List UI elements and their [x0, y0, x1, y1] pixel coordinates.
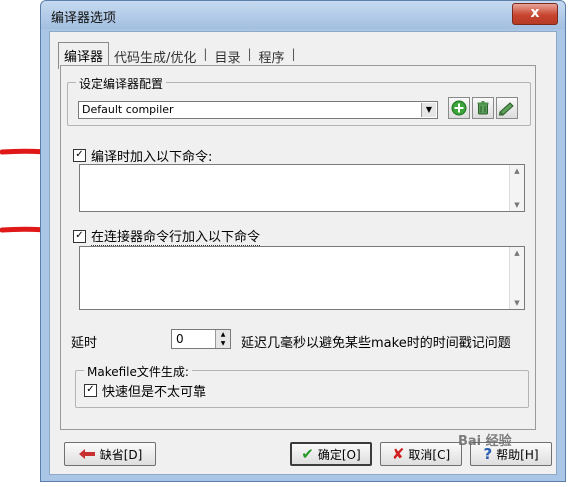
tab-separator: | — [291, 47, 296, 61]
tab-directories[interactable]: 目录 — [209, 44, 245, 66]
linker-cmd-textarea[interactable]: ▲ ▼ — [79, 246, 525, 310]
arrow-left-icon — [78, 449, 95, 459]
delay-description: 延迟几毫秒以避免某些make时的时间戳记问题 — [241, 336, 511, 351]
delete-config-button[interactable] — [472, 97, 494, 119]
close-icon: x — [530, 5, 540, 21]
cancel-button[interactable]: ✘ 取消[C] — [380, 442, 462, 466]
close-button[interactable]: x — [512, 3, 558, 25]
cancel-button-label: 取消[C] — [408, 447, 451, 462]
baidu-watermark: Bai 经验 — [458, 434, 512, 449]
compile-cmd-checkbox-row[interactable]: ✓ 编译时加入以下命令: — [73, 146, 212, 165]
delay-spinner-buttons[interactable]: ▲ ▼ — [215, 330, 230, 348]
linker-cmd-checkbox[interactable]: ✓ — [73, 229, 86, 243]
dialog-client-area: 编译器 代码生成/优化 | 目录 | 程序 | 设定编译器配置 Default … — [49, 31, 557, 475]
makefile-group: Makefile文件生成: ✓ 快速但是不太可靠 — [75, 363, 529, 408]
rename-icon — [498, 102, 514, 116]
ok-button-label: 确定[O] — [317, 447, 361, 462]
makefile-option-checkbox[interactable]: ✓ — [84, 384, 97, 397]
delay-value: 0 — [176, 332, 184, 346]
delay-label: 延时 — [71, 336, 98, 351]
spin-down-icon[interactable]: ▼ — [216, 339, 230, 348]
scroll-up-icon[interactable]: ▲ — [510, 165, 524, 177]
default-button[interactable]: 缺省[D] — [64, 442, 156, 466]
linker-cmd-checkbox-row[interactable]: ✓ 在连接器命令行加入以下命令 — [73, 226, 261, 246]
compile-cmd-label: 编译时加入以下命令: — [91, 150, 213, 165]
linker-cmd-label: 在连接器命令行加入以下命令 — [91, 226, 261, 246]
spin-up-icon[interactable]: ▲ — [216, 330, 230, 339]
title-bar[interactable]: 编译器选项 x — [41, 1, 565, 29]
tab-codegen-optimize[interactable]: 代码生成/优化 — [109, 44, 201, 66]
compiler-config-value: Default compiler — [82, 103, 174, 116]
delay-spinner[interactable]: 0 ▲ ▼ — [171, 329, 231, 349]
check-icon: ✔ — [301, 445, 314, 463]
scroll-down-icon[interactable]: ▼ — [510, 297, 524, 309]
compiler-config-group: 设定编译器配置 Default compiler ▼ — [67, 75, 531, 126]
window-title: 编译器选项 — [51, 11, 117, 26]
compiler-config-select[interactable]: Default compiler ▼ — [78, 101, 438, 119]
compiler-options-dialog: 编译器选项 x 编译器 代码生成/优化 | 目录 | 程序 | 设定编译器配置 … — [40, 0, 566, 482]
linker-cmd-scrollbar[interactable]: ▲ ▼ — [509, 247, 524, 309]
compiler-tab-panel: 设定编译器配置 Default compiler ▼ ✓ 编译时加入以下命令: … — [60, 65, 536, 430]
add-icon — [451, 100, 467, 116]
compiler-config-legend: 设定编译器配置 — [76, 75, 167, 92]
chevron-down-icon[interactable]: ▼ — [421, 103, 436, 117]
add-config-button[interactable] — [448, 97, 470, 119]
rename-config-button[interactable] — [496, 97, 518, 119]
tab-separator: | — [203, 47, 208, 61]
compile-cmd-textarea[interactable]: ▲ ▼ — [79, 164, 525, 212]
cancel-x-icon: ✘ — [391, 445, 405, 463]
tab-separator: | — [247, 47, 252, 61]
makefile-option-label: 快速但是不太可靠 — [102, 385, 207, 400]
makefile-option-row[interactable]: ✓ 快速但是不太可靠 — [84, 381, 206, 400]
ok-button[interactable]: ✔ 确定[O] — [290, 442, 372, 466]
tab-strip: 编译器 代码生成/优化 | 目录 | 程序 | — [58, 42, 298, 69]
trash-icon — [477, 101, 489, 115]
tab-programs[interactable]: 程序 — [254, 44, 290, 66]
compile-cmd-scrollbar[interactable]: ▲ ▼ — [509, 165, 524, 211]
default-button-label: 缺省[D] — [99, 447, 143, 462]
makefile-legend: Makefile文件生成: — [84, 363, 192, 380]
compile-cmd-checkbox[interactable]: ✓ — [73, 149, 86, 162]
scroll-down-icon[interactable]: ▼ — [510, 199, 524, 211]
scroll-up-icon[interactable]: ▲ — [510, 247, 524, 259]
